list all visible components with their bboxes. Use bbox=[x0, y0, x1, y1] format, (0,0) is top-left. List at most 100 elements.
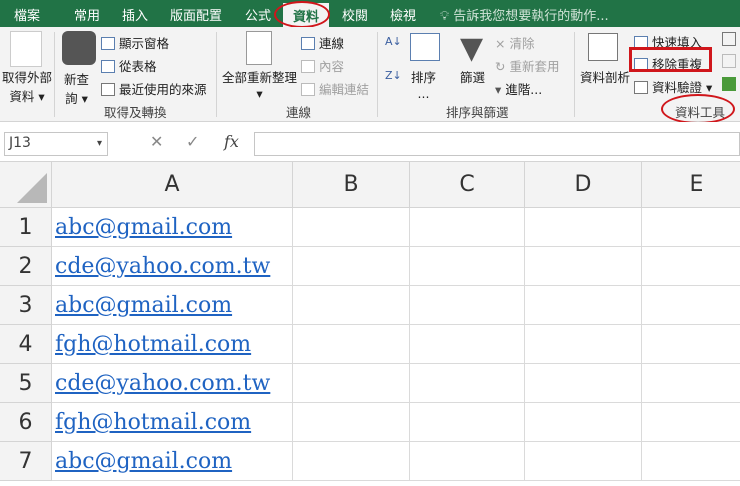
cell[interactable] bbox=[410, 325, 525, 364]
tab-view[interactable]: 檢視 bbox=[390, 5, 416, 24]
cell[interactable]: cde@yahoo.com.tw bbox=[52, 247, 293, 286]
cell[interactable] bbox=[410, 208, 525, 247]
cell[interactable] bbox=[642, 442, 740, 481]
cell[interactable]: fgh@hotmail.com bbox=[52, 325, 293, 364]
cell[interactable]: abc@gmail.com bbox=[52, 208, 293, 247]
row-header[interactable]: 3 bbox=[0, 286, 52, 325]
new-query-button[interactable]: 新查詢 ▾ bbox=[64, 69, 89, 107]
tab-review[interactable]: 校閱 bbox=[342, 5, 368, 24]
sort-za-button[interactable]: Z↓ bbox=[385, 69, 402, 82]
cell[interactable] bbox=[525, 247, 642, 286]
row-header[interactable]: 5 bbox=[0, 364, 52, 403]
lightbulb-icon: 💡︎ bbox=[440, 9, 450, 24]
highlight-oval-data-tools bbox=[661, 94, 735, 124]
recent-sources-button[interactable]: 最近使用的來源 bbox=[101, 79, 207, 98]
cell[interactable] bbox=[293, 247, 410, 286]
refresh-all-button[interactable]: 全部重新整理 ▾ bbox=[222, 67, 297, 101]
row-header[interactable]: 7 bbox=[0, 442, 52, 481]
sort-az-button[interactable]: A↓ bbox=[385, 35, 402, 48]
cell[interactable] bbox=[293, 286, 410, 325]
tab-insert[interactable]: 插入 bbox=[122, 5, 148, 24]
cell[interactable] bbox=[293, 325, 410, 364]
chevron-down-icon: ▾ bbox=[96, 138, 102, 149]
get-external-data-button[interactable]: 取得外部 資料 ▾ bbox=[2, 67, 52, 105]
name-box[interactable]: J13 ▾ bbox=[4, 132, 108, 156]
from-table-button[interactable]: 從表格 bbox=[101, 56, 157, 75]
text-to-columns-button[interactable]: 資料剖析 bbox=[580, 67, 630, 86]
tab-home[interactable]: 常用 bbox=[74, 5, 100, 24]
email-link[interactable]: cde@yahoo.com.tw bbox=[52, 254, 270, 279]
cell[interactable]: fgh@hotmail.com bbox=[52, 403, 293, 442]
email-link[interactable]: cde@yahoo.com.tw bbox=[52, 371, 270, 396]
select-all-button[interactable] bbox=[0, 162, 52, 208]
group-label-get-transform: 取得及轉換 bbox=[104, 105, 167, 120]
insert-function-icon[interactable]: fx bbox=[224, 132, 239, 156]
column-header-c[interactable]: C bbox=[410, 162, 525, 208]
sort-icon bbox=[410, 33, 440, 61]
cell[interactable] bbox=[525, 208, 642, 247]
cell[interactable] bbox=[525, 403, 642, 442]
cell[interactable] bbox=[642, 403, 740, 442]
column-header-d[interactable]: D bbox=[525, 162, 642, 208]
cancel-icon[interactable]: ✕ bbox=[150, 132, 163, 156]
filter-button[interactable]: 篩選 bbox=[460, 67, 485, 86]
clear-filter-icon: ⨯ bbox=[495, 36, 510, 51]
email-link[interactable]: fgh@hotmail.com bbox=[52, 332, 251, 357]
row-header[interactable]: 1 bbox=[0, 208, 52, 247]
cell[interactable]: abc@gmail.com bbox=[52, 286, 293, 325]
cell[interactable]: cde@yahoo.com.tw bbox=[52, 364, 293, 403]
cell[interactable] bbox=[642, 325, 740, 364]
cell[interactable]: abc@gmail.com bbox=[52, 442, 293, 481]
relationships-icon[interactable] bbox=[722, 54, 736, 68]
row-header[interactable]: 4 bbox=[0, 325, 52, 364]
consolidate-icon[interactable] bbox=[722, 32, 736, 46]
reapply-button[interactable]: ↻ 重新套用 bbox=[495, 56, 559, 75]
cell[interactable] bbox=[293, 442, 410, 481]
new-query-icon bbox=[62, 31, 96, 65]
cell[interactable] bbox=[410, 442, 525, 481]
formula-input[interactable] bbox=[254, 132, 740, 156]
ribbon: 取得外部 資料 ▾ 新查詢 ▾ 顯示窗格 從表格 最近使用的來源 取得及轉換 全部… bbox=[0, 27, 740, 124]
cell[interactable] bbox=[410, 403, 525, 442]
show-queries-button[interactable]: 顯示窗格 bbox=[101, 33, 169, 52]
highlight-oval-data-tab bbox=[274, 1, 330, 28]
reapply-icon: ↻ bbox=[495, 59, 510, 74]
cell[interactable] bbox=[525, 286, 642, 325]
connections-button[interactable]: 連線 bbox=[301, 33, 344, 52]
email-link[interactable]: abc@gmail.com bbox=[52, 215, 232, 240]
cell[interactable] bbox=[410, 286, 525, 325]
enter-icon[interactable]: ✓ bbox=[186, 132, 199, 156]
cell[interactable] bbox=[293, 208, 410, 247]
email-link[interactable]: abc@gmail.com bbox=[52, 293, 232, 318]
cell[interactable] bbox=[410, 247, 525, 286]
email-link[interactable]: fgh@hotmail.com bbox=[52, 410, 251, 435]
advanced-button[interactable]: ▾ 進階... bbox=[495, 79, 542, 98]
column-header-b[interactable]: B bbox=[293, 162, 410, 208]
row-header[interactable]: 2 bbox=[0, 247, 52, 286]
cell[interactable] bbox=[642, 286, 740, 325]
cell[interactable] bbox=[410, 364, 525, 403]
data-model-icon[interactable] bbox=[722, 77, 736, 91]
tab-page-layout[interactable]: 版面配置 bbox=[170, 5, 222, 24]
email-link[interactable]: abc@gmail.com bbox=[52, 449, 232, 474]
cell[interactable] bbox=[642, 364, 740, 403]
tab-file[interactable]: 檔案 bbox=[14, 5, 40, 24]
cell[interactable] bbox=[642, 208, 740, 247]
edit-links-button[interactable]: 編輯連結 bbox=[301, 79, 369, 98]
clear-button[interactable]: ⨯ 清除 bbox=[495, 33, 534, 52]
column-header-a[interactable]: A bbox=[52, 162, 293, 208]
tell-me-search[interactable]: 💡︎ 告訴我您想要執行的動作... bbox=[440, 5, 609, 24]
cell[interactable] bbox=[293, 403, 410, 442]
row-header[interactable]: 6 bbox=[0, 403, 52, 442]
sort-button[interactable]: 排序... bbox=[411, 67, 436, 101]
cell[interactable] bbox=[525, 442, 642, 481]
cell[interactable] bbox=[525, 325, 642, 364]
cell[interactable] bbox=[642, 247, 740, 286]
group-label-connections: 連線 bbox=[286, 105, 312, 120]
tab-formulas[interactable]: 公式 bbox=[245, 5, 271, 24]
cell[interactable] bbox=[293, 364, 410, 403]
cell[interactable] bbox=[525, 364, 642, 403]
properties-button[interactable]: 內容 bbox=[301, 56, 344, 75]
external-data-icon bbox=[10, 31, 42, 67]
column-header-e[interactable]: E bbox=[642, 162, 740, 208]
